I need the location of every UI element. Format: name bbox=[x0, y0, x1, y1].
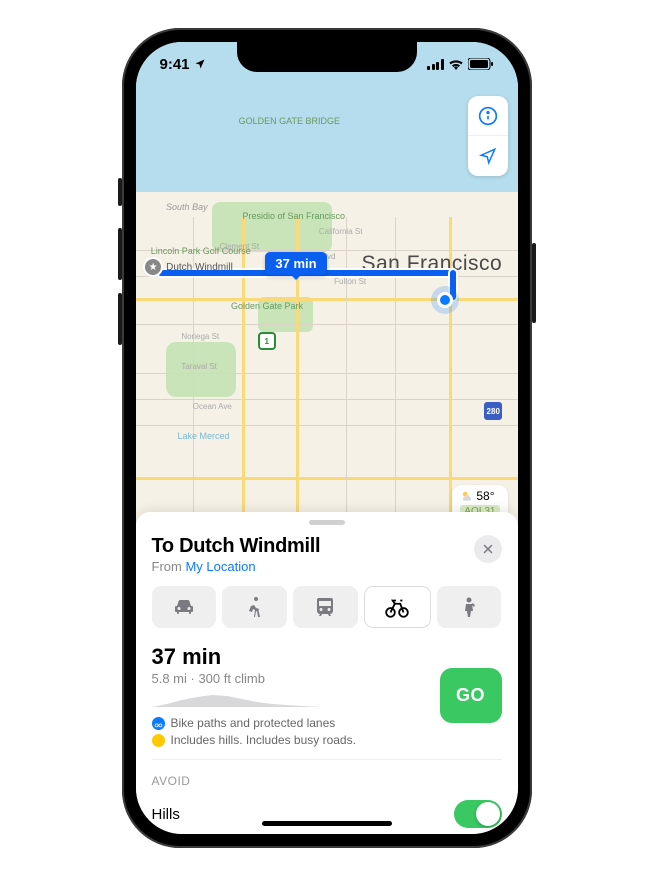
mode-walk-button[interactable] bbox=[222, 586, 287, 628]
note-bike-paths: Bike paths and protected lanes bbox=[152, 716, 440, 730]
close-icon bbox=[482, 543, 494, 555]
elevation-chart-icon bbox=[152, 692, 322, 708]
map-canvas[interactable]: San Francisco GOLDEN GATE BRIDGE Presidi… bbox=[136, 42, 518, 542]
go-button[interactable]: GO bbox=[440, 668, 502, 723]
sheet-drag-handle[interactable] bbox=[309, 520, 345, 525]
from-prefix: From bbox=[152, 559, 186, 574]
route-summary: 37 min 5.8 mi · 300 ft climb Bike paths … bbox=[152, 644, 502, 760]
map-locate-button[interactable] bbox=[468, 136, 508, 176]
label-ocean: Ocean Ave bbox=[193, 402, 232, 411]
transport-mode-selector bbox=[152, 586, 502, 628]
screen: 9:41 bbox=[136, 42, 518, 834]
bike-icon bbox=[384, 594, 410, 620]
label-lake-merced: Lake Merced bbox=[178, 432, 230, 442]
route-time-badge[interactable]: 37 min bbox=[265, 252, 326, 275]
mode-car-button[interactable] bbox=[152, 586, 217, 628]
route-distance: 5.8 mi · 300 ft climb bbox=[152, 671, 440, 686]
info-icon bbox=[478, 106, 498, 126]
wifi-icon bbox=[448, 58, 464, 70]
volume-down-button bbox=[118, 293, 122, 345]
power-button bbox=[532, 243, 536, 323]
elevation-profile bbox=[152, 692, 322, 708]
route-shield-ca1: 1 bbox=[258, 332, 276, 350]
location-services-icon bbox=[194, 58, 206, 70]
note-hills: Includes hills. Includes busy roads. bbox=[152, 733, 440, 747]
star-icon: ★ bbox=[143, 257, 163, 277]
route-shield-i280: 280 bbox=[484, 402, 502, 420]
mode-transit-button[interactable] bbox=[293, 586, 358, 628]
label-golden-gate-bridge: GOLDEN GATE BRIDGE bbox=[239, 117, 340, 127]
label-california: California St bbox=[319, 227, 363, 236]
weather-temp: 58° bbox=[476, 489, 494, 503]
label-taraval: Taraval St bbox=[181, 362, 217, 371]
label-clement: Clement St bbox=[220, 242, 260, 251]
partly-cloudy-icon bbox=[460, 489, 474, 503]
avoid-hills-toggle[interactable] bbox=[454, 800, 502, 828]
label-presidio: Presidio of San Francisco bbox=[242, 212, 345, 222]
home-indicator[interactable] bbox=[262, 821, 392, 826]
avoid-hills-label: Hills bbox=[152, 806, 180, 823]
bike-lane-icon bbox=[152, 717, 165, 730]
avoid-header: AVOID bbox=[152, 760, 502, 794]
label-south-bay: South Bay bbox=[166, 202, 208, 212]
phone-frame: 9:41 bbox=[122, 28, 532, 848]
walk-icon bbox=[243, 595, 267, 619]
destination-pin[interactable]: ★ Dutch Windmill bbox=[143, 257, 233, 277]
transit-icon bbox=[313, 595, 337, 619]
battery-icon bbox=[468, 58, 494, 70]
from-location-link[interactable]: My Location bbox=[185, 559, 255, 574]
warning-dot-icon bbox=[152, 734, 165, 747]
rideshare-icon bbox=[457, 595, 481, 619]
current-location-dot[interactable] bbox=[437, 292, 453, 308]
volume-up-button bbox=[118, 228, 122, 280]
notch bbox=[237, 42, 417, 72]
status-time: 9:41 bbox=[160, 56, 190, 73]
sheet-subtitle: From My Location bbox=[152, 559, 321, 574]
label-noriega: Noriega St bbox=[181, 332, 219, 341]
cellular-signal-icon bbox=[427, 59, 444, 70]
close-button[interactable] bbox=[474, 535, 502, 563]
mode-bike-button[interactable] bbox=[364, 586, 431, 628]
avoid-hills-row: Hills bbox=[152, 794, 502, 834]
label-fulton: Fulton St bbox=[334, 277, 366, 286]
sheet-title: To Dutch Windmill bbox=[152, 535, 321, 558]
mute-switch bbox=[118, 178, 122, 206]
label-golden-gate-park: Golden Gate Park bbox=[231, 302, 303, 312]
destination-label: Dutch Windmill bbox=[166, 262, 233, 273]
map-info-button[interactable] bbox=[468, 96, 508, 136]
map-controls bbox=[468, 96, 508, 176]
mode-rideshare-button[interactable] bbox=[437, 586, 502, 628]
location-arrow-icon bbox=[479, 147, 497, 165]
car-icon bbox=[172, 595, 196, 619]
route-duration: 37 min bbox=[152, 644, 440, 670]
route-sheet[interactable]: To Dutch Windmill From My Location bbox=[136, 512, 518, 834]
